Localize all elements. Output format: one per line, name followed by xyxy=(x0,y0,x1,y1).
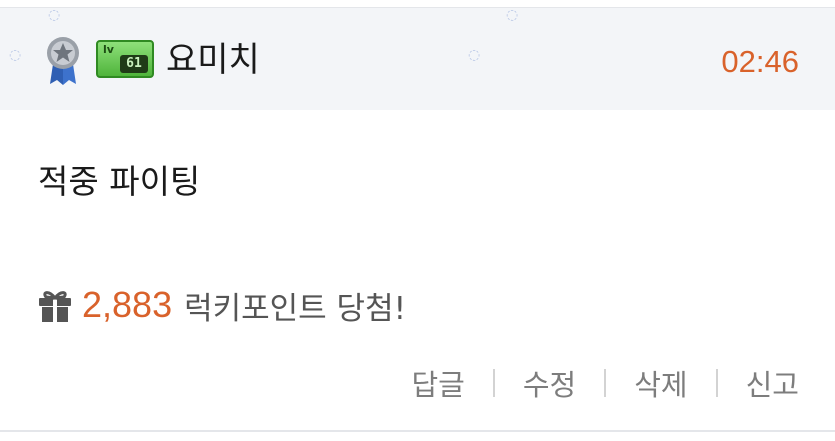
report-button[interactable]: 신고 xyxy=(746,362,799,404)
delete-button[interactable]: 삭제 xyxy=(634,362,687,404)
decor-dot: ◌ xyxy=(468,47,481,63)
top-divider xyxy=(0,0,835,8)
comment-actions: 답글 수정 삭제 신고 xyxy=(412,360,800,406)
medal-icon xyxy=(47,37,79,85)
username[interactable]: 요미치 xyxy=(166,38,260,82)
prize-text: 럭키포인트 당첨! xyxy=(184,290,407,327)
action-divider xyxy=(604,369,607,397)
bottom-divider xyxy=(0,430,835,441)
comment-text: 적중 파이팅 xyxy=(38,162,201,201)
gift-icon xyxy=(39,291,71,322)
decor-dot: ◌ xyxy=(506,7,519,23)
prize-amount: 2,883 xyxy=(82,284,173,325)
reply-button[interactable]: 답글 xyxy=(412,362,465,404)
level-badge-icon: lv 61 xyxy=(96,40,154,78)
action-divider xyxy=(492,369,495,397)
edit-button[interactable]: 수정 xyxy=(523,362,576,404)
prize-row: 2,883 럭키포인트 당첨! xyxy=(36,280,406,330)
level-badge-prefix: lv xyxy=(103,43,114,56)
level-badge-number: 61 xyxy=(120,55,148,73)
decor-dot: ◌ xyxy=(48,7,61,23)
decor-dot: ◌ xyxy=(9,47,22,63)
action-divider xyxy=(715,369,718,397)
comment-header: ◌ ◌ ◌ ◌ lv 61 요미치 02:46 xyxy=(0,8,835,110)
timestamp: 02:46 xyxy=(721,44,799,79)
comment-card: ◌ ◌ ◌ ◌ lv 61 요미치 02:46 적중 파이팅 2,883 럭키포… xyxy=(0,0,835,441)
